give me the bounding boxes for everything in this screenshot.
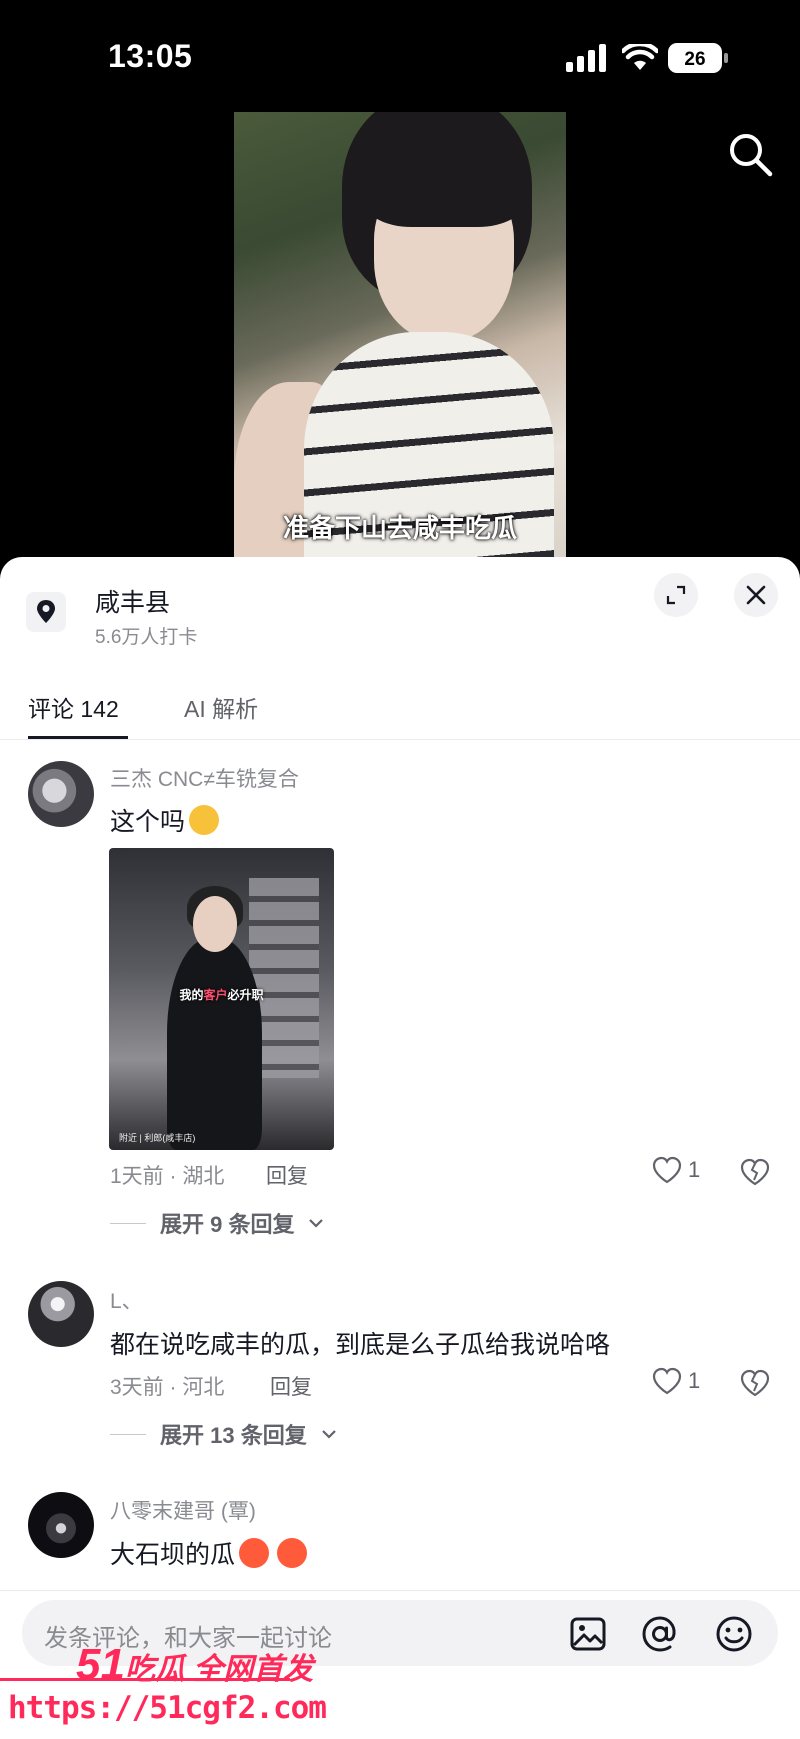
image-caption-part: 必升职: [227, 988, 264, 1002]
location-pin-icon: [26, 592, 66, 632]
emoji-icon[interactable]: [714, 1614, 754, 1654]
tab-comments[interactable]: 评论 142: [28, 690, 119, 724]
watermark-url: https://51cgf2.com: [8, 1690, 327, 1726]
image-caption: 我的客户必升职: [109, 986, 334, 1003]
expand-replies-button[interactable]: 展开 13 条回复: [110, 1418, 337, 1450]
reply-button[interactable]: 回复: [266, 1160, 308, 1190]
expand-replies-label: 展开 13 条回复: [160, 1423, 307, 1448]
battery-icon: 26: [668, 43, 728, 73]
expand-divider: [110, 1433, 146, 1435]
signal-icon: [566, 44, 606, 72]
video-subtitle: 准备下山去咸丰吃瓜: [282, 513, 517, 543]
status-time: 13:05: [108, 38, 193, 74]
chevron-down-icon: [309, 1219, 324, 1228]
image-location: 附近 | 利郎(咸丰店): [119, 1133, 196, 1143]
angry-emoji-icon: [239, 1538, 270, 1568]
comment-username[interactable]: 三杰 CNC≠车铣复合: [110, 763, 299, 793]
close-button[interactable]: [734, 573, 778, 617]
expand-replies-button[interactable]: 展开 9 条回复: [110, 1207, 324, 1239]
watermark-brand: 51吃瓜 全网首发: [76, 1640, 313, 1690]
comment-username[interactable]: 八零末建哥 (覃): [110, 1495, 256, 1525]
status-bar: 13:05 26: [0, 0, 800, 110]
chevron-down-icon: [321, 1430, 336, 1439]
comment-text: 大石坝的瓜: [110, 1535, 308, 1571]
comment-meta: 1天前 · 湖北: [110, 1165, 225, 1188]
video-frame-bangs: [362, 132, 527, 227]
active-tab-indicator: [28, 736, 128, 739]
tab-bar: 评论 142 AI 解析: [0, 680, 800, 740]
laughing-emoji-icon: [189, 805, 220, 835]
watermark-brand-text: 吃瓜 全网首发: [124, 1653, 314, 1686]
watermark-brand-number: 51: [76, 1640, 125, 1689]
video-player[interactable]: 准备下山去咸丰吃瓜: [234, 112, 566, 557]
like-count: 1: [688, 1157, 701, 1182]
like-button[interactable]: 1: [652, 1367, 700, 1395]
tab-ai-analysis[interactable]: AI 解析: [184, 690, 258, 724]
battery-level: 26: [684, 49, 705, 70]
avatar[interactable]: [28, 1492, 94, 1558]
reply-button[interactable]: 回复: [270, 1371, 312, 1401]
search-icon[interactable]: [726, 130, 774, 178]
image-person-face: [193, 896, 237, 952]
comment-text: 都在说吃咸丰的瓜，到底是么子瓜给我说哈咯: [110, 1331, 611, 1359]
avatar[interactable]: [28, 761, 94, 827]
image-person-coat: [167, 938, 262, 1150]
heart-icon: [652, 1367, 682, 1395]
comment-text: 这个吗: [110, 802, 220, 838]
watermark-bar: [0, 1678, 290, 1681]
image-caption-highlight: 客户: [203, 988, 228, 1002]
comment-image[interactable]: 我的客户必升职 附近 | 利郎(咸丰店): [109, 848, 334, 1150]
avatar[interactable]: [28, 1281, 94, 1347]
at-icon[interactable]: [640, 1614, 680, 1654]
comment-username[interactable]: L、: [110, 1285, 143, 1315]
close-icon: [746, 585, 766, 605]
location-checkins: 5.6万人打卡: [95, 627, 198, 648]
expand-replies-label: 展开 9 条回复: [160, 1212, 295, 1237]
broken-heart-icon[interactable]: [740, 1158, 770, 1186]
comment-text-content: 这个吗: [110, 808, 186, 836]
comment-text-content: 大石坝的瓜: [110, 1541, 236, 1569]
expand-button[interactable]: [654, 573, 698, 617]
angry-emoji-icon: [277, 1538, 308, 1568]
wifi-icon: [622, 44, 658, 70]
comment-meta: 3天前 · 河北: [110, 1376, 225, 1399]
image-caption-part: 我的: [179, 988, 204, 1002]
expand-divider: [110, 1222, 146, 1224]
image-icon[interactable]: [568, 1614, 608, 1654]
like-button[interactable]: 1: [652, 1156, 700, 1184]
like-count: 1: [688, 1368, 701, 1393]
location-title[interactable]: 咸丰县: [95, 583, 170, 619]
expand-icon: [666, 585, 686, 605]
broken-heart-icon[interactable]: [740, 1369, 770, 1397]
heart-icon: [652, 1156, 682, 1184]
